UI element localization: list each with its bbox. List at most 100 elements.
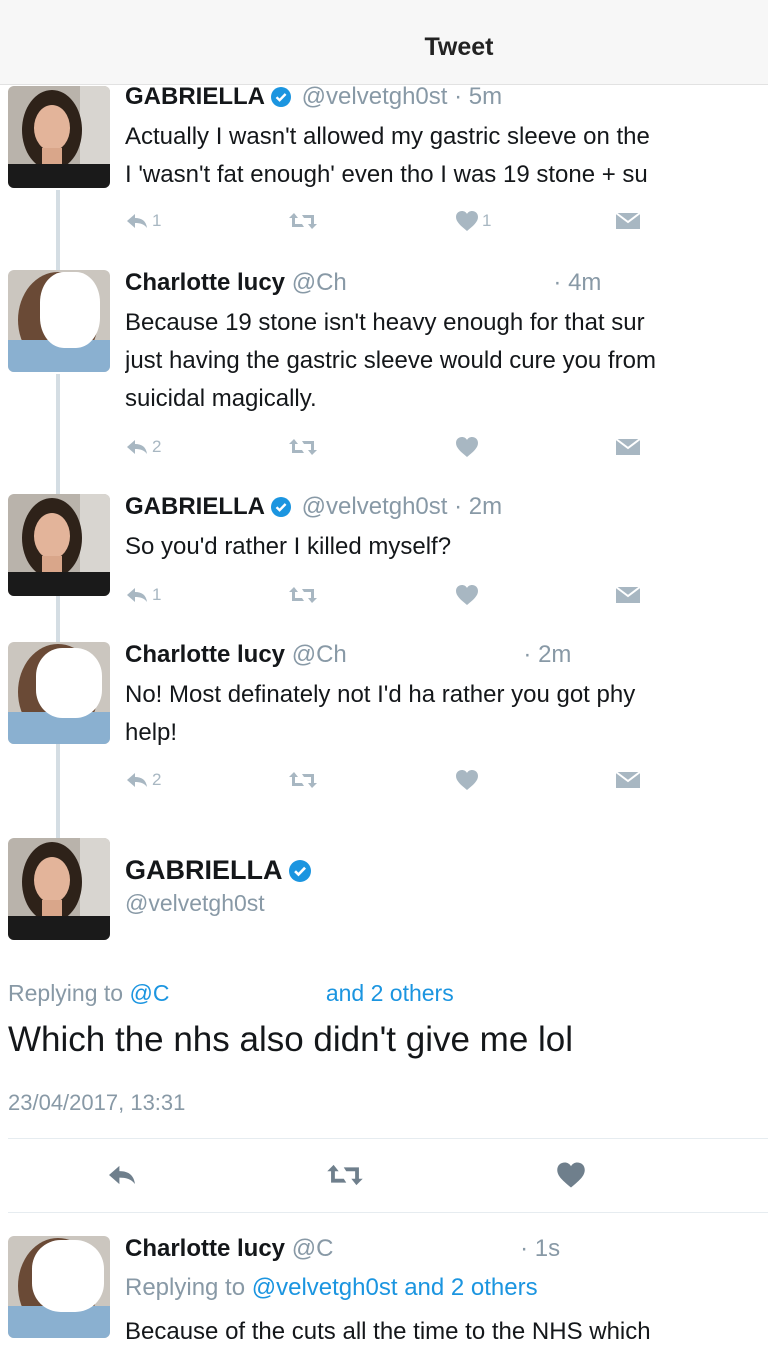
reply-count: 2: [152, 437, 162, 456]
reply-button[interactable]: [106, 1155, 138, 1195]
retweet-icon: [289, 772, 317, 788]
reply-button[interactable]: 2: [125, 765, 161, 795]
tweet-text-line: I 'wasn't fat enough' even tho I was 19 …: [125, 161, 648, 188]
like-button[interactable]: [455, 432, 479, 462]
retweet-button[interactable]: [326, 1155, 364, 1195]
tweet-text-line: Because 19 stone isn't heavy enough for …: [125, 309, 645, 336]
thread-connector: [56, 374, 60, 494]
tweet-header: Charlotte lucy @Ch · 4m: [125, 268, 768, 298]
tweet-text-line: just having the gastric sleeve would cur…: [125, 347, 656, 374]
reply-icon: [127, 588, 147, 602]
tweet-time: · 2m: [454, 493, 503, 520]
tweet-time: · 5m: [454, 83, 503, 110]
redaction-scribble: [32, 1240, 104, 1312]
tweet-text-line: Because of the cuts all the time to the …: [125, 1318, 651, 1345]
author-handle[interactable]: @velvetgh0st: [125, 890, 265, 917]
retweet-button[interactable]: [288, 432, 318, 462]
message-button[interactable]: [615, 432, 641, 462]
reply-count: 2: [152, 770, 162, 789]
like-icon: [456, 437, 478, 457]
redaction-scribble: [36, 648, 102, 718]
like-icon: [456, 770, 478, 790]
author-name[interactable]: GABRIELLA: [125, 83, 265, 110]
like-button[interactable]: [556, 1155, 586, 1195]
reply-icon: [109, 1165, 135, 1185]
verified-icon: [288, 858, 311, 889]
author-handle[interactable]: @velvetgh0st: [302, 83, 448, 110]
replying-to-link[interactable]: @C: [129, 980, 169, 1006]
tweet-text-line: Actually I wasn't allowed my gastric sle…: [125, 123, 650, 150]
replying-prefix: Replying to: [125, 1274, 246, 1301]
reply-button[interactable]: 1: [125, 206, 161, 236]
tweet-time: · 4m: [553, 269, 602, 296]
tweet-header: GABRIELLA @velvetgh0st · 2m: [125, 492, 768, 525]
divider: [8, 1138, 768, 1139]
replying-to-link[interactable]: @velvetgh0st and 2 others: [252, 1274, 538, 1301]
author-handle[interactable]: @Ch: [292, 641, 347, 668]
tweet-actions: 2: [125, 432, 725, 462]
retweet-icon: [289, 213, 317, 229]
tweet-header: GABRIELLA @velvetgh0st · 5m: [125, 82, 768, 115]
like-button[interactable]: [455, 765, 479, 795]
replying-others-link[interactable]: and 2 others: [326, 980, 454, 1006]
message-button[interactable]: [615, 765, 641, 795]
nav-header: Tweet: [0, 0, 768, 85]
author-name[interactable]: Charlotte lucy: [125, 641, 285, 668]
like-count: 1: [482, 211, 492, 230]
reply-button[interactable]: 1: [125, 580, 161, 610]
tweet-actions: 2: [125, 765, 725, 795]
author-name[interactable]: Charlotte lucy: [125, 1235, 285, 1262]
redaction-scribble: [40, 272, 100, 348]
reply-icon: [127, 440, 147, 454]
avatar[interactable]: [8, 86, 110, 188]
like-button[interactable]: 1: [455, 206, 491, 236]
message-icon: [615, 438, 641, 455]
reply-icon: [127, 214, 147, 228]
tweet-text-line: So you'd rather I killed myself?: [125, 533, 452, 560]
thread-connector: [56, 744, 60, 838]
retweet-button[interactable]: [288, 580, 318, 610]
tweet-header: Charlotte lucy @Ch · 2m: [125, 640, 768, 670]
replying-to: Replying to @C and 2 others: [8, 980, 454, 1007]
retweet-button[interactable]: [288, 765, 318, 795]
reply-count: 1: [152, 211, 162, 230]
avatar[interactable]: [8, 494, 110, 596]
reply-count: 1: [152, 585, 162, 604]
like-icon: [456, 585, 478, 605]
message-icon: [615, 212, 641, 229]
retweet-icon: [289, 587, 317, 603]
retweet-icon: [289, 439, 317, 455]
author-name[interactable]: GABRIELLA: [125, 493, 265, 520]
author-handle[interactable]: @C: [292, 1235, 334, 1262]
divider: [8, 1212, 768, 1213]
replying-prefix: Replying to: [8, 980, 124, 1006]
verified-icon: [271, 85, 291, 115]
tweet-header: Charlotte lucy @C · 1s: [125, 1234, 768, 1264]
tweet-time: · 2m: [523, 641, 572, 668]
tweet-text: Which the nhs also didn't give me lol: [8, 1020, 574, 1059]
tweet-text-line: suicidal magically.: [125, 385, 317, 412]
tweet-text-line: No! Most definately not I'd ha rather yo…: [125, 681, 636, 708]
retweet-button[interactable]: [288, 206, 318, 236]
message-icon: [615, 586, 641, 603]
author-handle[interactable]: @velvetgh0st: [302, 493, 448, 520]
reply-button[interactable]: 2: [125, 432, 161, 462]
tweet-text-line: help!: [125, 719, 178, 746]
author-name[interactable]: Charlotte lucy: [125, 269, 285, 296]
avatar[interactable]: [8, 838, 110, 940]
author-handle[interactable]: @Ch: [292, 269, 347, 296]
message-button[interactable]: [615, 580, 641, 610]
tweet-time: · 1s: [520, 1235, 561, 1262]
replying-to: Replying to @velvetgh0st and 2 others: [125, 1274, 538, 1302]
verified-icon: [271, 495, 291, 525]
page-title: Tweet: [424, 33, 494, 61]
like-button[interactable]: [455, 580, 479, 610]
author-name-text: GABRIELLA: [125, 855, 283, 885]
message-icon: [615, 771, 641, 788]
message-button[interactable]: [615, 206, 641, 236]
author-name[interactable]: GABRIELLA: [125, 855, 315, 889]
tweet-page: Tweet GABRIELLA @velvetgh0st · 5m Actual…: [0, 0, 768, 1364]
reply-icon: [127, 773, 147, 787]
thread-connector: [56, 596, 60, 642]
like-icon: [557, 1162, 585, 1188]
